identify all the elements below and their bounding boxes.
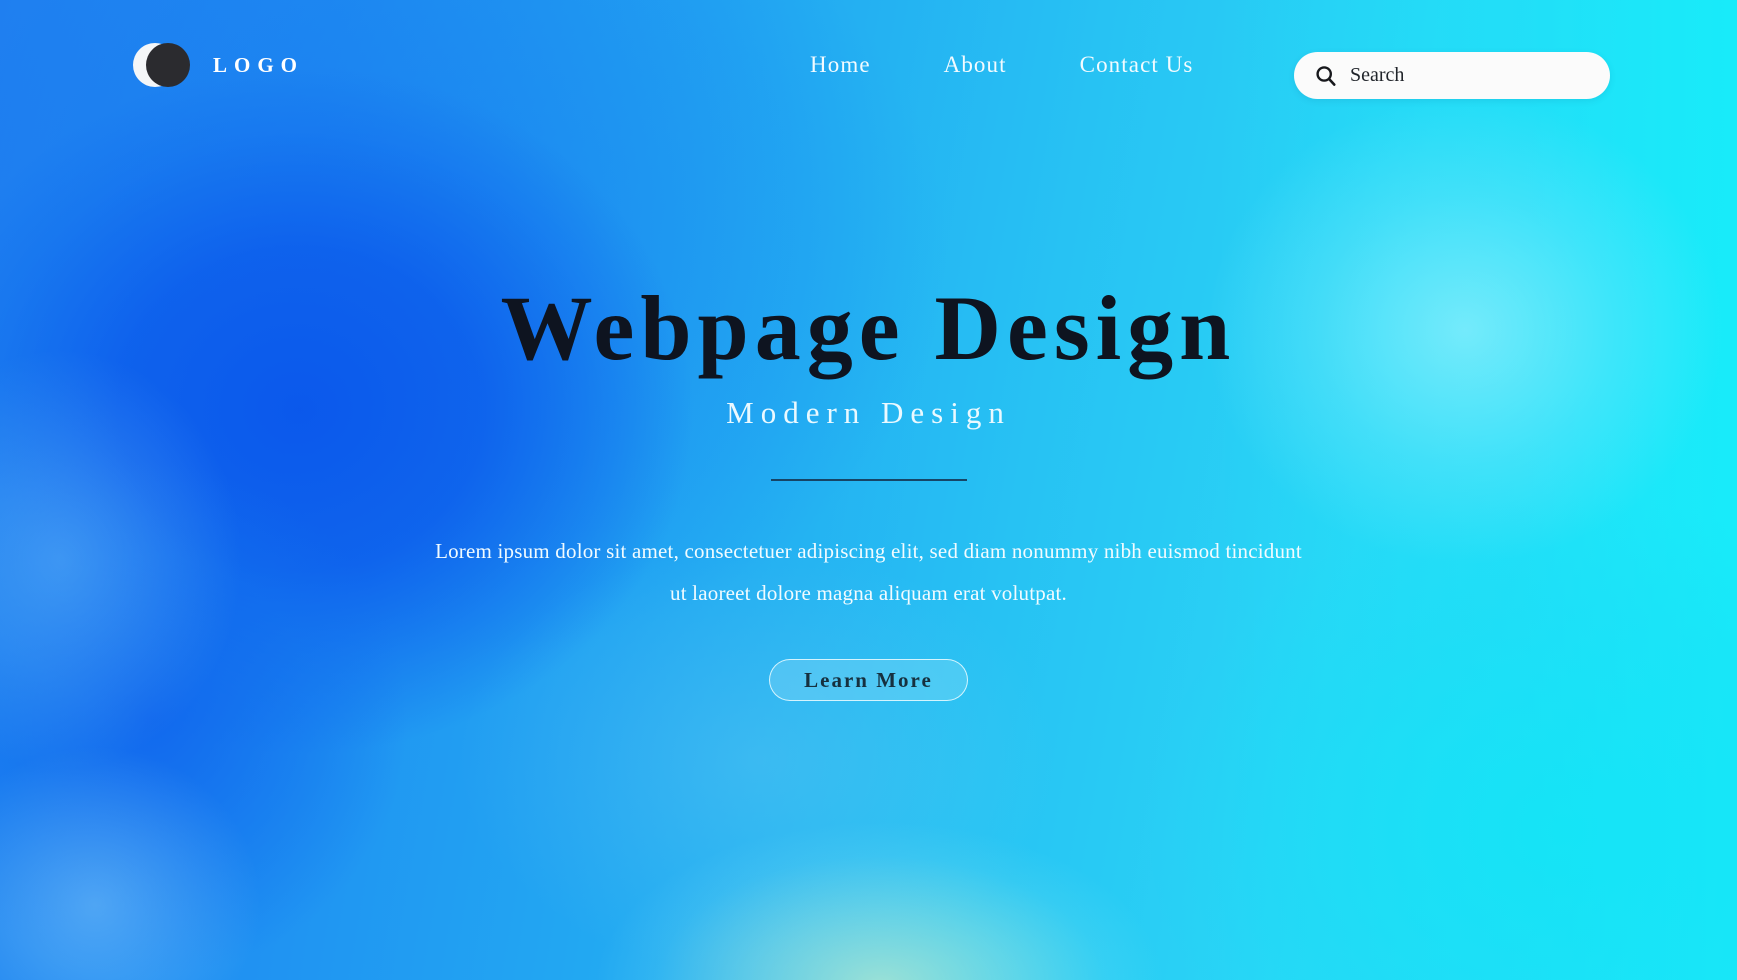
hero-section: Webpage Design Modern Design Lorem ipsum…	[0, 280, 1737, 701]
circle-dark-icon	[146, 43, 190, 87]
site-header: LOGO Home About Contact Us	[0, 0, 1737, 130]
page-root: LOGO Home About Contact Us Webpage Desig…	[0, 0, 1737, 980]
logo-mark	[133, 43, 190, 87]
main-navigation: Home About Contact Us	[810, 52, 1193, 78]
search-bar[interactable]	[1294, 52, 1610, 99]
hero-description: Lorem ipsum dolor sit amet, consectetuer…	[435, 538, 1302, 605]
brand-logo[interactable]: LOGO	[133, 43, 304, 87]
nav-item-contact-us[interactable]: Contact Us	[1080, 52, 1194, 78]
search-input[interactable]	[1350, 64, 1580, 87]
search-icon	[1316, 65, 1336, 86]
divider	[770, 478, 967, 481]
brand-name: LOGO	[213, 52, 305, 77]
nav-item-home[interactable]: Home	[810, 52, 871, 78]
learn-more-button[interactable]: Learn More	[769, 658, 968, 701]
nav-item-about[interactable]: About	[944, 52, 1007, 78]
page-subtitle: Modern Design	[726, 394, 1011, 430]
page-title: Webpage Design	[500, 277, 1237, 379]
